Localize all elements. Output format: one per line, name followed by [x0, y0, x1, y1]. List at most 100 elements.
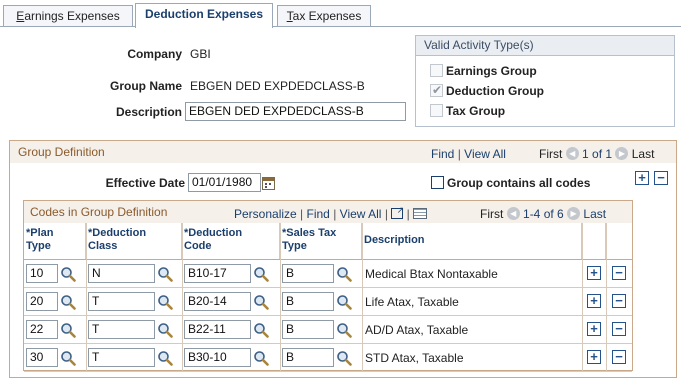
group-view-all-link[interactable]: View All: [464, 147, 506, 161]
tab-deduction-expenses[interactable]: Deduction Expenses: [135, 3, 273, 28]
nav-separator: |: [333, 207, 337, 221]
minus-icon[interactable]: −: [612, 322, 626, 336]
group-find-link[interactable]: Find: [431, 147, 454, 161]
tax-group-checkbox[interactable]: [430, 104, 443, 117]
delete-row-button[interactable]: −: [654, 171, 668, 185]
col-sales-tax-l2: Type: [282, 240, 307, 252]
description-label: Description: [115, 105, 182, 119]
deduction-code-input[interactable]: B20-14: [184, 292, 251, 311]
check-mark-icon: ✔: [432, 83, 443, 97]
plan-type-input[interactable]: 20: [26, 292, 58, 311]
sales-tax-type-input[interactable]: B: [282, 320, 334, 339]
plus-icon[interactable]: +: [587, 322, 601, 336]
col-delete: [606, 223, 632, 259]
col-deduction-code[interactable]: *Deduction Code: [182, 223, 280, 259]
plan-type-input[interactable]: 22: [26, 320, 58, 339]
right-arrow-icon[interactable]: ▶: [615, 147, 629, 160]
magnifier-icon[interactable]: [157, 266, 173, 282]
codes-last-label[interactable]: Last: [583, 207, 606, 221]
magnifier-icon[interactable]: [60, 322, 76, 338]
deduction-class-input[interactable]: T: [88, 348, 155, 367]
sales-tax-type-input[interactable]: B: [282, 264, 334, 283]
plus-icon[interactable]: +: [587, 350, 601, 364]
col-sales-tax-type[interactable]: *Sales Tax Type: [280, 223, 362, 259]
sales-tax-type-input[interactable]: B: [282, 348, 334, 367]
magnifier-icon[interactable]: [157, 322, 173, 338]
effective-date-input[interactable]: 01/01/1980: [188, 173, 261, 192]
plan-type-input[interactable]: 30: [26, 348, 58, 367]
minus-icon[interactable]: −: [612, 294, 626, 308]
nav-separator: |: [300, 207, 304, 221]
all-codes-checkbox[interactable]: [431, 176, 444, 189]
deduction-group-checkbox[interactable]: ✔: [430, 83, 443, 97]
codes-view-all-link[interactable]: View All: [340, 207, 382, 221]
personalize-link[interactable]: Personalize: [234, 207, 297, 221]
group-first-label: First: [539, 147, 563, 161]
tab-tax-expenses[interactable]: Tax Expenses: [277, 5, 371, 27]
group-definition-pager: First ◀ 1 of 1 ▶ Last: [539, 147, 654, 161]
deduction-code-input[interactable]: B22-11: [184, 320, 251, 339]
deduction-class-input[interactable]: T: [88, 320, 155, 339]
column-divider: [362, 223, 363, 371]
group-name-value: EBGEN DED EXPDEDCLASS-B: [190, 79, 365, 93]
magnifier-icon[interactable]: [336, 350, 352, 366]
minus-icon[interactable]: −: [612, 350, 626, 364]
minus-icon[interactable]: −: [612, 266, 626, 280]
col-sales-tax-l1: *Sales Tax: [282, 227, 337, 239]
codes-counter: 1-4 of 6: [523, 207, 564, 221]
company-value: GBI: [190, 47, 211, 61]
left-arrow-icon[interactable]: ◀: [565, 147, 579, 160]
magnifier-icon[interactable]: [253, 322, 269, 338]
left-arrow-icon[interactable]: ◀: [506, 207, 520, 220]
deduction-code-input[interactable]: B10-17: [184, 264, 251, 283]
group-counter: 1 of 1: [582, 147, 613, 161]
table-row: 30 T B30-10 B STD Atax, Taxable + −: [24, 344, 632, 372]
tab-bar: Earnings Expenses Deduction Expenses Tax…: [0, 0, 681, 28]
codes-first-label: First: [480, 207, 504, 221]
codes-find-link[interactable]: Find: [307, 207, 330, 221]
group-definition-title: Group Definition: [18, 145, 105, 159]
column-divider: [280, 223, 281, 371]
new-window-icon[interactable]: ↗: [391, 205, 404, 219]
col-plan-type[interactable]: *Plan Type: [24, 223, 86, 259]
sales-tax-type-input[interactable]: B: [282, 292, 334, 311]
plan-type-input[interactable]: 10: [26, 264, 58, 283]
nav-separator: |: [406, 207, 410, 221]
deduction-code-input[interactable]: B30-10: [184, 348, 251, 367]
magnifier-icon[interactable]: [157, 350, 173, 366]
deduction-group-label: Deduction Group: [446, 84, 544, 98]
magnifier-icon[interactable]: [253, 350, 269, 366]
col-description[interactable]: Description: [362, 223, 582, 259]
codes-grid-nav: Personalize | Find | View All | ↗ |: [234, 205, 428, 221]
col-deduction-code-l1: *Deduction: [184, 227, 243, 239]
magnifier-icon[interactable]: [336, 266, 352, 282]
spreadsheet-icon[interactable]: [413, 208, 428, 219]
codes-grid: Codes in Group Definition Personalize | …: [23, 200, 633, 372]
magnifier-icon[interactable]: [60, 350, 76, 366]
company-label: Company: [127, 47, 182, 61]
table-row: 22 T B22-11 B AD/D Atax, Taxable + −: [24, 316, 632, 344]
magnifier-icon[interactable]: [60, 266, 76, 282]
magnifier-icon[interactable]: [60, 294, 76, 310]
right-arrow-icon[interactable]: ▶: [567, 207, 581, 220]
description-input[interactable]: EBGEN DED EXPDEDCLASS-B: [185, 102, 406, 121]
earnings-group-checkbox[interactable]: [430, 64, 443, 77]
deduction-group-row: ✔ Deduction Group: [430, 83, 544, 98]
plus-icon[interactable]: +: [587, 266, 601, 280]
codes-grid-header: Codes in Group Definition Personalize | …: [24, 201, 632, 223]
plus-icon[interactable]: +: [587, 294, 601, 308]
tab-earnings-expenses[interactable]: Earnings Expenses: [3, 5, 133, 27]
magnifier-icon[interactable]: [336, 322, 352, 338]
magnifier-icon[interactable]: [336, 294, 352, 310]
row-description: Life Atax, Taxable: [365, 295, 459, 309]
table-row: 20 T B20-14 B Life Atax, Taxable + −: [24, 288, 632, 316]
col-deduction-class[interactable]: *Deduction Class: [86, 223, 182, 259]
all-codes-row: Group contains all codes: [431, 176, 590, 190]
deduction-class-input[interactable]: N: [88, 264, 155, 283]
magnifier-icon[interactable]: [253, 294, 269, 310]
add-row-button[interactable]: +: [635, 171, 649, 185]
calendar-icon[interactable]: [262, 177, 275, 190]
magnifier-icon[interactable]: [157, 294, 173, 310]
deduction-class-input[interactable]: T: [88, 292, 155, 311]
magnifier-icon[interactable]: [253, 266, 269, 282]
